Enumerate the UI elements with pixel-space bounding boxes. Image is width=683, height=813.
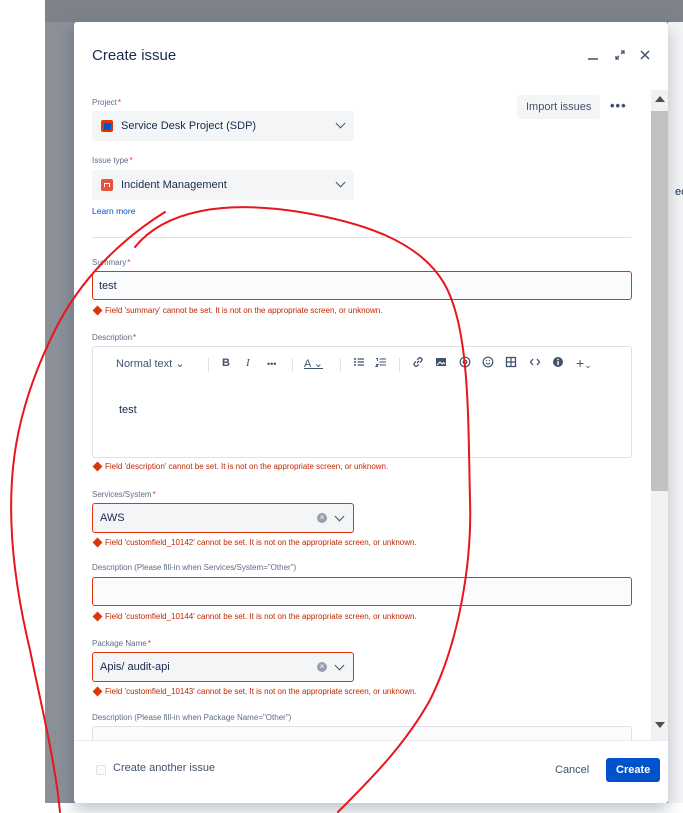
italic-button[interactable]: I <box>246 357 250 369</box>
toolbar-separator <box>340 358 341 372</box>
chevron-down-icon <box>334 511 345 522</box>
scroll-up-arrow-icon[interactable] <box>655 96 665 102</box>
issue-type-value: Incident Management <box>121 179 227 191</box>
emoji-icon[interactable] <box>482 356 494 371</box>
editor-toolbar: Normal text ⌄ B I ••• A ⌄ +⌄ <box>93 347 631 383</box>
description-text: test <box>119 404 137 416</box>
minimize-icon[interactable] <box>582 44 604 66</box>
clear-icon[interactable]: × <box>317 662 327 672</box>
package-value: Apis/ audit-api <box>100 661 170 673</box>
learn-more-link[interactable]: Learn more <box>92 206 135 216</box>
package-select[interactable]: Apis/ audit-api × <box>92 652 354 682</box>
services-label: Services/System* <box>92 490 156 499</box>
modal-title: Create issue <box>92 47 177 64</box>
error-icon <box>92 305 103 316</box>
error-icon <box>92 537 103 548</box>
image-icon[interactable] <box>435 356 447 371</box>
services-other-label: Description (Please fill-in when Service… <box>92 563 297 572</box>
description-label: Description* <box>92 333 137 342</box>
background-text: ec <box>675 186 683 198</box>
toolbar-separator <box>399 358 400 372</box>
summary-input[interactable]: test <box>92 271 632 300</box>
create-another-checkbox[interactable] <box>96 765 106 775</box>
project-label: Project* <box>92 98 122 107</box>
import-issues-button[interactable]: Import issues <box>517 95 601 119</box>
package-error: Field 'customfield_10143' cannot be set.… <box>92 686 417 697</box>
services-select[interactable]: AWS × <box>92 503 354 533</box>
more-formatting-button[interactable]: ••• <box>267 359 276 369</box>
clear-icon[interactable]: × <box>317 513 327 523</box>
issue-type-select[interactable]: Incident Management <box>92 170 354 200</box>
bold-button[interactable]: B <box>222 357 230 369</box>
bullet-list-icon[interactable] <box>353 356 365 371</box>
description-error: Field 'description' cannot be set. It is… <box>92 461 388 472</box>
numbered-list-icon[interactable] <box>374 356 387 371</box>
link-icon[interactable] <box>412 356 424 371</box>
close-icon[interactable] <box>634 44 656 66</box>
package-other-label: Description (Please fill-in when Package… <box>92 713 292 722</box>
mention-icon[interactable] <box>459 356 471 371</box>
services-value: AWS <box>100 512 125 524</box>
error-icon <box>92 461 103 472</box>
expand-icon[interactable] <box>609 44 631 66</box>
text-style-dropdown[interactable]: Normal text ⌄ <box>116 357 185 370</box>
summary-label: Summary* <box>92 258 131 267</box>
scroll-down-arrow-icon[interactable] <box>655 722 665 728</box>
services-error: Field 'customfield_10142' cannot be set.… <box>92 537 417 548</box>
summary-error: Field 'summary' cannot be set. It is not… <box>92 305 382 316</box>
scrollbar-thumb[interactable] <box>651 111 668 491</box>
create-button[interactable]: Create <box>606 758 661 782</box>
package-label: Package Name* <box>92 639 151 648</box>
toolbar-separator <box>208 358 209 372</box>
services-other-input[interactable] <box>92 577 632 606</box>
more-actions-button[interactable]: ••• <box>610 98 627 113</box>
app-topbar <box>45 0 683 22</box>
description-editor[interactable]: Normal text ⌄ B I ••• A ⌄ +⌄ test <box>92 346 632 458</box>
chevron-down-icon <box>335 177 346 188</box>
issue-type-label: Issue type* <box>92 156 133 165</box>
app-background-panel <box>668 22 683 803</box>
incident-icon <box>101 179 113 191</box>
services-other-error: Field 'customfield_10144' cannot be set.… <box>92 611 417 622</box>
table-icon[interactable] <box>505 356 517 371</box>
toolbar-separator <box>292 358 293 372</box>
divider <box>92 237 631 238</box>
code-icon[interactable] <box>529 356 541 371</box>
create-another-label: Create another issue <box>113 762 216 774</box>
project-icon <box>101 120 113 132</box>
error-icon <box>92 611 103 622</box>
error-icon <box>92 686 103 697</box>
page: ec Create issue Project* Import issues •… <box>0 0 683 813</box>
insert-more-button[interactable]: +⌄ <box>576 355 592 371</box>
project-value: Service Desk Project (SDP) <box>121 120 257 132</box>
chevron-down-icon <box>334 660 345 671</box>
info-icon[interactable] <box>552 356 564 371</box>
create-issue-modal: Create issue Project* Import issues ••• … <box>74 22 668 803</box>
chevron-down-icon <box>335 118 346 129</box>
text-color-button[interactable]: A ⌄ <box>304 357 323 370</box>
cancel-button[interactable]: Cancel <box>547 758 597 782</box>
project-select[interactable]: Service Desk Project (SDP) <box>92 111 354 141</box>
